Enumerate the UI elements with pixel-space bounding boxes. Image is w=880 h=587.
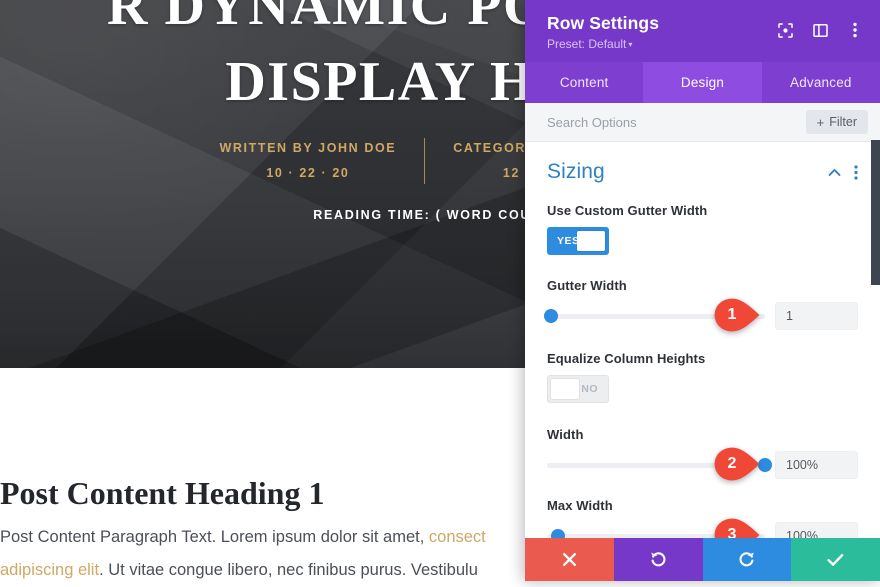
paragraph-text-1: Post Content Paragraph Text. Lorem ipsum… [0, 528, 429, 546]
layout-panel-icon[interactable] [807, 18, 833, 42]
field-use-custom-gutter-width: Use Custom Gutter Width YES [547, 203, 858, 260]
toggle-use-custom-gutter-width[interactable]: YES [547, 227, 609, 255]
section-header-sizing: Sizing [547, 142, 858, 188]
post-meta-date: 10 · 22 · 20 [266, 166, 350, 180]
slider-track [547, 533, 765, 538]
field-max-width: Max Width 3 [547, 498, 858, 538]
undo-button[interactable] [613, 538, 703, 581]
slider-handle[interactable] [544, 309, 559, 323]
slider-handle[interactable] [550, 529, 565, 538]
slider-track [547, 462, 765, 468]
field-width: Width 2 [547, 427, 858, 481]
field-gutter-width: Gutter Width 1 [544, 278, 858, 332]
input-width[interactable] [775, 451, 858, 479]
section-more-vertical-icon[interactable] [854, 164, 858, 180]
redo-button[interactable] [702, 538, 792, 581]
filter-button-label: Filter [829, 115, 857, 129]
panel-body: Sizing Use Custom Gutter Width YES Gutte… [525, 142, 880, 538]
toggle-knob [577, 231, 605, 251]
field-equalize-column-heights: Equalize Column Heights NO [547, 351, 858, 408]
section-title: Sizing [547, 160, 605, 183]
redo-icon [738, 551, 755, 568]
field-label-width: Width [547, 427, 584, 442]
chevron-down-icon: ▾ [628, 39, 633, 49]
slider-max-width[interactable] [547, 525, 765, 538]
save-button[interactable] [791, 538, 880, 581]
panel-scrollbar[interactable] [871, 140, 880, 555]
input-gutter-width[interactable] [775, 302, 858, 330]
post-meta-author: WRITTEN BY JOHN DOE [219, 141, 397, 155]
input-max-width[interactable] [775, 522, 858, 538]
row-settings-panel: Row Settings Preset: Default ▾ Content D… [525, 0, 880, 581]
field-label-max-width: Max Width [547, 498, 613, 513]
plus-icon: + [816, 114, 825, 130]
more-vertical-icon[interactable] [842, 18, 868, 42]
post-meta-divider [424, 138, 426, 184]
panel-tabs: Content Design Advanced [525, 62, 880, 103]
cancel-button[interactable] [525, 538, 614, 581]
slider-gutter-width[interactable] [544, 305, 765, 327]
slider-handle[interactable] [758, 458, 772, 472]
toggle-state-label: NO [581, 383, 598, 395]
field-label-equalize-column-heights: Equalize Column Heights [547, 351, 706, 366]
panel-scrollbar-thumb[interactable] [871, 140, 880, 285]
preset-label: Preset: Default [547, 37, 627, 51]
toggle-knob [551, 379, 579, 399]
undo-icon [650, 551, 667, 568]
field-label-gutter-width: Gutter Width [547, 278, 627, 293]
paragraph-text-2: . Ut vitae congue libero, nec finibus pu… [99, 561, 478, 579]
slider-track [547, 313, 765, 319]
check-icon [827, 553, 844, 567]
tab-content[interactable]: Content [525, 62, 643, 103]
post-meta-author-date: WRITTEN BY JOHN DOE 10 · 22 · 20 [192, 136, 425, 186]
search-input[interactable] [547, 114, 806, 130]
paragraph-link-2[interactable]: adipiscing elit [0, 561, 99, 579]
panel-header: Row Settings Preset: Default ▾ [525, 0, 880, 62]
paragraph-link-1[interactable]: consect [429, 528, 486, 546]
focus-icon[interactable] [772, 18, 798, 42]
filter-button[interactable]: + Filter [805, 110, 868, 134]
field-label-use-custom-gutter-width: Use Custom Gutter Width [547, 203, 708, 218]
tab-design[interactable]: Design [643, 62, 762, 103]
slider-width[interactable] [547, 454, 772, 476]
chevron-up-icon[interactable] [828, 168, 841, 177]
toggle-equalize-column-heights[interactable]: NO [547, 375, 609, 403]
panel-footer [525, 538, 880, 581]
panel-header-icons [763, 18, 868, 42]
search-bar: + Filter [525, 103, 880, 142]
tab-advanced[interactable]: Advanced [762, 62, 880, 103]
close-icon [562, 552, 577, 567]
